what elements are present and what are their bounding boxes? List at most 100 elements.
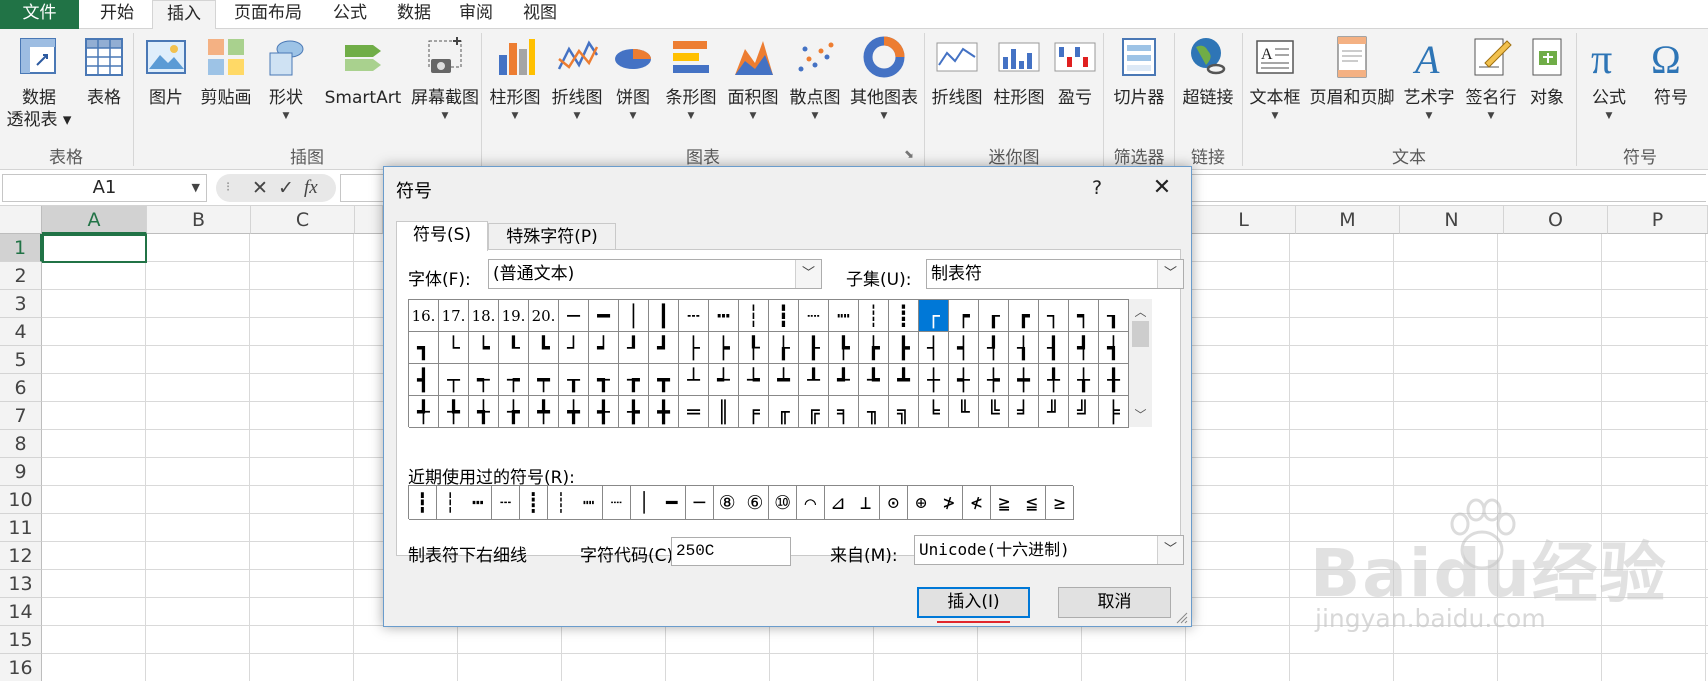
- symbol-cell[interactable]: ╛: [1009, 396, 1039, 428]
- symbol-cell[interactable]: ┬: [439, 364, 469, 396]
- row-header-10[interactable]: 10: [0, 486, 42, 514]
- symbol-cell[interactable]: ╙: [949, 396, 979, 428]
- symbol-cell[interactable]: ┭: [469, 364, 499, 396]
- symbol-cell[interactable]: ┑: [1069, 300, 1099, 332]
- symbol-cell[interactable]: ╘: [919, 396, 949, 428]
- symbol-cell[interactable]: ╆: [499, 396, 529, 428]
- symbol-cell[interactable]: ┽: [949, 364, 979, 396]
- column-header-b[interactable]: B: [147, 206, 251, 234]
- column-header-l[interactable]: L: [1192, 206, 1296, 234]
- symbol-cell[interactable]: ┵: [709, 364, 739, 396]
- row-header-13[interactable]: 13: [0, 570, 42, 598]
- symbol-cell[interactable]: ┃: [649, 300, 679, 332]
- symbol-cell[interactable]: ╁: [1069, 364, 1099, 396]
- char-code-input[interactable]: 250C: [671, 537, 791, 566]
- column-header-d[interactable]: [355, 206, 383, 234]
- row-header-8[interactable]: 8: [0, 430, 42, 458]
- symbol-cell[interactable]: ┨: [1039, 332, 1069, 364]
- row-header-11[interactable]: 11: [0, 514, 42, 542]
- symbol-cell[interactable]: ┻: [889, 364, 919, 396]
- resize-grip-icon[interactable]: [1176, 612, 1188, 624]
- recent-symbol-cell[interactable]: ─: [686, 486, 714, 520]
- recent-symbol-cell[interactable]: ⑩: [769, 486, 798, 520]
- symbol-cell[interactable]: ╕: [829, 396, 859, 428]
- close-icon[interactable]: ✕: [1142, 173, 1182, 203]
- sparkline-winloss-button[interactable]: 盈亏: [1050, 29, 1100, 139]
- sparkline-line-button[interactable]: 折线图: [926, 29, 988, 139]
- symbol-cell[interactable]: ┸: [799, 364, 829, 396]
- textbox-button[interactable]: A 文本框 ▼: [1244, 29, 1306, 139]
- symbol-cell[interactable]: ╂: [1099, 364, 1129, 396]
- symbol-cell[interactable]: 18.: [469, 300, 499, 332]
- symbol-cell[interactable]: ╞: [1099, 396, 1129, 428]
- recent-symbol-cell[interactable]: ⑧: [713, 486, 742, 520]
- symbol-cell[interactable]: ╄: [439, 396, 469, 428]
- symbol-grid[interactable]: 16. 17. 18. 19. 20. ─ ━ │ ┃ ┄ ┅ ┆ ┇ ┈ ┉ ┊ ┋ ┌ ┍ ┎ ┏ ┐ ┑ ┒ ┓ └ ┕ ┖ ┗ ┘…: [408, 299, 1129, 428]
- scatter-chart-button[interactable]: 散点图 ▼: [784, 29, 846, 139]
- other-charts-button[interactable]: 其他图表 ▼: [846, 29, 922, 139]
- smartart-button[interactable]: SmartArt: [316, 29, 410, 139]
- column-header-m[interactable]: M: [1296, 206, 1400, 234]
- column-header-c[interactable]: C: [251, 206, 355, 234]
- recent-symbol-cell[interactable]: ┋: [519, 486, 548, 520]
- picture-button[interactable]: 图片: [138, 29, 194, 139]
- recent-symbol-cell[interactable]: ⊿: [824, 486, 853, 520]
- recent-symbol-cell[interactable]: ≮: [963, 486, 991, 520]
- symbol-cell[interactable]: ╒: [739, 396, 769, 428]
- symbol-cell[interactable]: ┈: [799, 300, 829, 332]
- tab-data[interactable]: 数据: [384, 0, 444, 29]
- symbol-cell[interactable]: ┛: [649, 332, 679, 364]
- recent-symbol-cell[interactable]: ≧: [990, 486, 1019, 520]
- symbol-cell[interactable]: ╗: [889, 396, 919, 428]
- symbol-cell[interactable]: ╖: [859, 396, 889, 428]
- scroll-thumb[interactable]: [1132, 321, 1149, 347]
- symbol-cell[interactable]: ┶: [739, 364, 769, 396]
- symbol-cell[interactable]: ┯: [529, 364, 559, 396]
- symbol-cell[interactable]: ─: [559, 300, 589, 332]
- active-cell-a1[interactable]: [42, 234, 147, 263]
- symbol-cell[interactable]: ┴: [679, 364, 709, 396]
- bar-chart-button[interactable]: 条形图 ▼: [660, 29, 722, 139]
- object-button[interactable]: 对象: [1522, 29, 1572, 139]
- row-header-7[interactable]: 7: [0, 402, 42, 430]
- dialog-launcher-icon[interactable]: ⬊: [904, 147, 914, 161]
- row-header-14[interactable]: 14: [0, 598, 42, 626]
- tab-view[interactable]: 视图: [510, 0, 570, 29]
- wordart-button[interactable]: A 艺术字 ▼: [1398, 29, 1460, 139]
- symbol-cell[interactable]: ║: [709, 396, 739, 428]
- symbol-cell[interactable]: ┥: [949, 332, 979, 364]
- equation-button[interactable]: π 公式 ▼: [1578, 29, 1640, 139]
- symbol-cell[interactable]: ┡: [829, 332, 859, 364]
- symbol-cell[interactable]: ╇: [529, 396, 559, 428]
- enter-icon[interactable]: ✓: [278, 177, 294, 199]
- insert-button[interactable]: 插入(I): [917, 587, 1030, 618]
- symbol-cell[interactable]: ┪: [1099, 332, 1129, 364]
- symbol-cell[interactable]: ╅: [469, 396, 499, 428]
- symbol-cell[interactable]: ┰: [559, 364, 589, 396]
- symbol-cell[interactable]: ┉: [829, 300, 859, 332]
- recent-symbols[interactable]: ┇ ┆ ┅ ┄ ┋ ┊ ┉ ┈ │ ━ ─ ⑧ ⑥ ⑩ ⌒ ⊿ ⊥ ⊙ ⊕ ≯ ≮ ≧ ≦ ≥: [408, 485, 1075, 520]
- row-header-12[interactable]: 12: [0, 542, 42, 570]
- symbol-cell[interactable]: ┾: [979, 364, 1009, 396]
- symbol-cell[interactable]: ├: [679, 332, 709, 364]
- recent-symbol-cell[interactable]: ━: [658, 486, 687, 520]
- symbol-cell[interactable]: 17.: [439, 300, 469, 332]
- symbol-cell[interactable]: ┄: [679, 300, 709, 332]
- symbol-cell[interactable]: ┆: [739, 300, 769, 332]
- recent-symbol-cell[interactable]: ┉: [575, 486, 604, 520]
- symbol-cell[interactable]: ┐: [1039, 300, 1069, 332]
- from-select[interactable]: Unicode(十六进制) ﹀: [914, 535, 1184, 565]
- column-header-o[interactable]: O: [1504, 206, 1608, 234]
- symbol-cell[interactable]: ┢: [859, 332, 889, 364]
- row-header-3[interactable]: 3: [0, 290, 42, 318]
- symbol-cell[interactable]: │: [619, 300, 649, 332]
- chevron-down-icon[interactable]: ﹀: [1157, 536, 1183, 564]
- symbol-cell[interactable]: ┫: [409, 364, 439, 396]
- screenshot-button[interactable]: 屏幕截图 ▼: [410, 29, 480, 139]
- symbol-cell[interactable]: ╚: [979, 396, 1009, 428]
- row-header-4[interactable]: 4: [0, 318, 42, 346]
- insert-function-icon[interactable]: fx: [304, 177, 318, 199]
- symbol-cell[interactable]: ┚: [619, 332, 649, 364]
- subset-select[interactable]: 制表符 ﹀: [926, 259, 1184, 289]
- symbol-cell[interactable]: ┕: [469, 332, 499, 364]
